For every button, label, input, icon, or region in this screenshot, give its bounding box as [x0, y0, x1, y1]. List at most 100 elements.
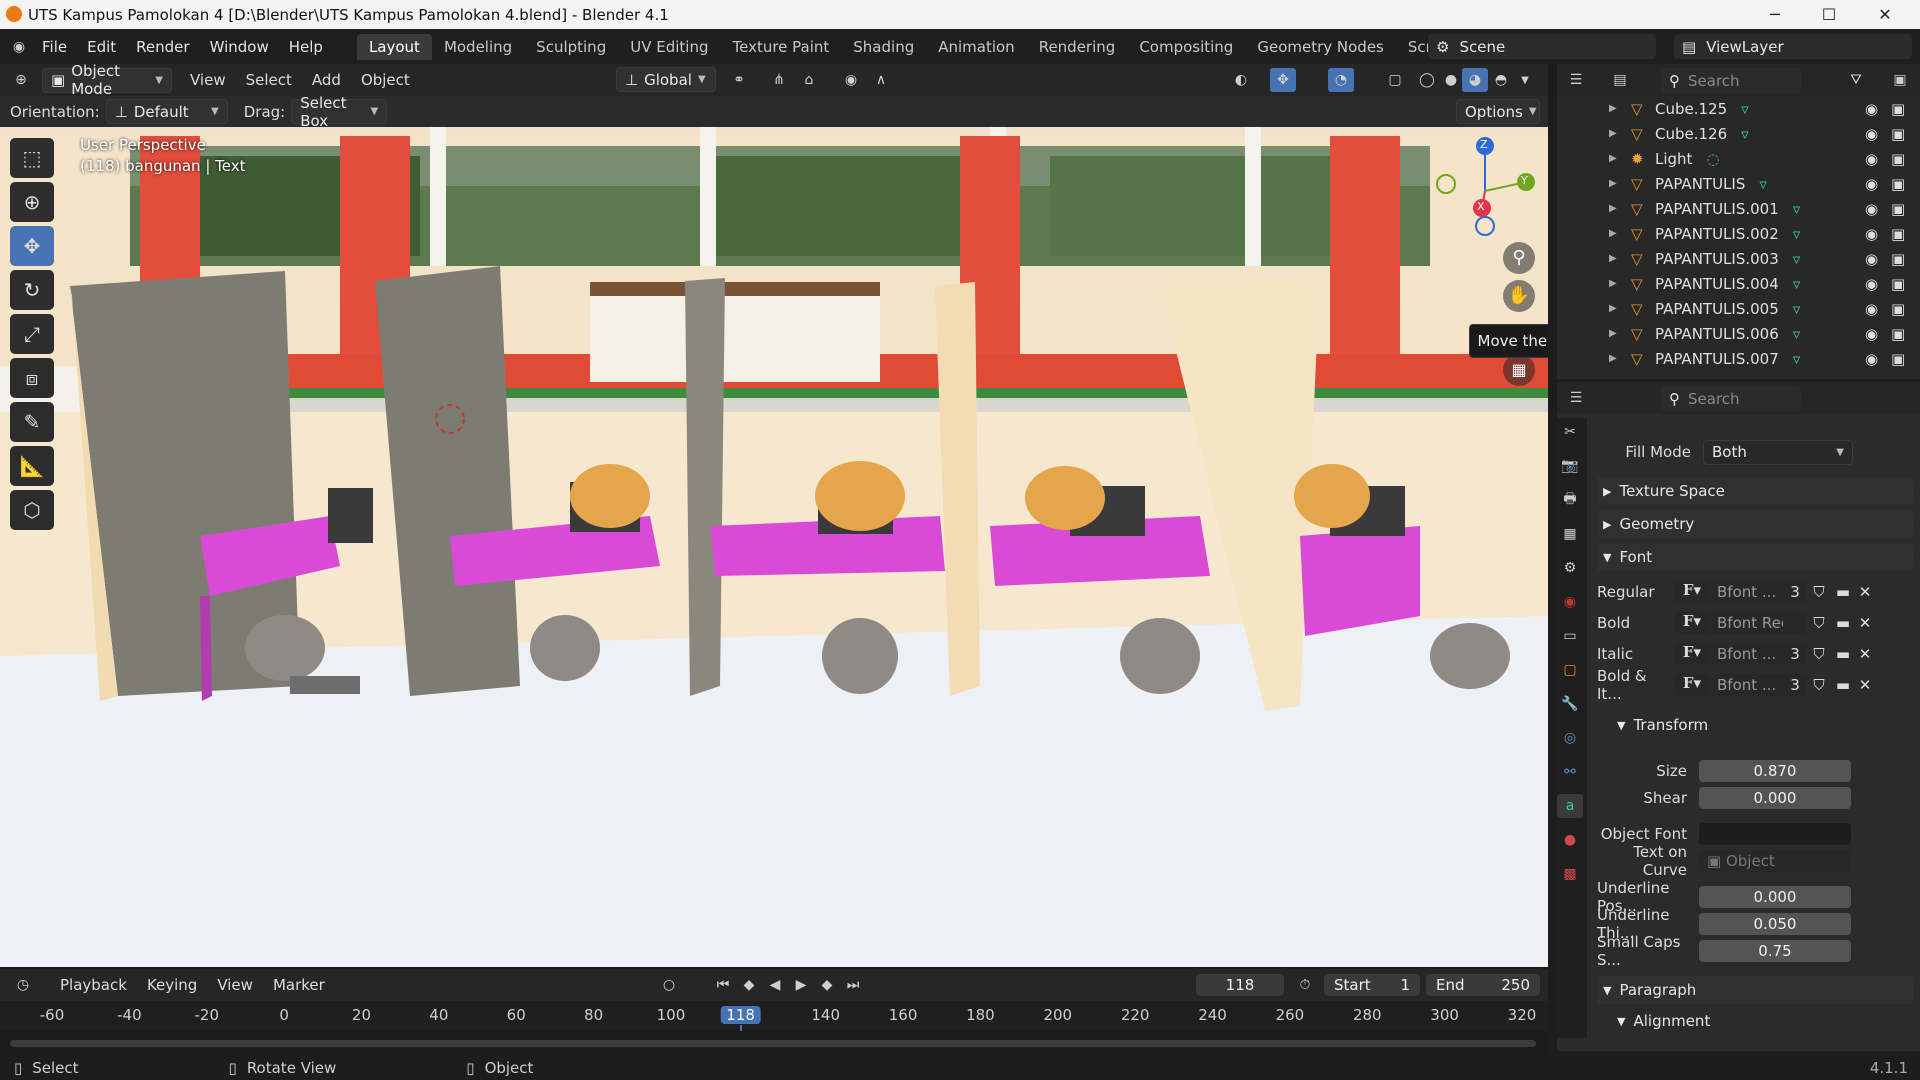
camera-render-icon[interactable]: ▣ [1891, 300, 1905, 318]
auto-keying-icon[interactable]: ○ [656, 973, 682, 997]
new-collection-icon[interactable]: ▣ [1887, 68, 1913, 92]
data-tab-icon[interactable]: a [1557, 794, 1583, 818]
outliner-item[interactable]: ▶ ▽ PAPANTULIS.002 ▿ ◉ ▣ [1557, 221, 1920, 246]
outliner-item[interactable]: ▶ ▽ PAPANTULIS ▿ ◉ ▣ [1557, 171, 1920, 196]
drag-dropdown[interactable]: Select Box ▼ [291, 94, 388, 130]
unlink-x-icon[interactable]: ✕ [1855, 614, 1875, 632]
menu-edit[interactable]: Edit [77, 38, 126, 56]
scene-tab-icon[interactable]: ⚙ [1557, 556, 1583, 580]
object-tab-icon[interactable]: ▢ [1557, 658, 1583, 682]
outliner-item[interactable]: ▶ ▽ PAPANTULIS.003 ▿ ◉ ▣ [1557, 246, 1920, 271]
tab-texture-paint[interactable]: Texture Paint [720, 34, 841, 60]
rendered-shading-icon[interactable]: ◓ [1488, 68, 1514, 92]
outliner-search-input[interactable]: ⚲ Search [1661, 68, 1801, 93]
eye-icon[interactable]: ◉ [1865, 300, 1878, 318]
outliner-item[interactable]: ▶ ▽ PAPANTULIS.001 ▿ ◉ ▣ [1557, 196, 1920, 221]
camera-render-icon[interactable]: ▣ [1891, 100, 1905, 118]
view-layer-tab-icon[interactable]: ▦ [1557, 522, 1583, 546]
underline-pos-field[interactable]: 0.000 [1699, 886, 1851, 908]
material-tab-icon[interactable]: ● [1557, 828, 1583, 852]
expand-chevron-icon[interactable]: ▶ [1609, 253, 1623, 264]
mesh-data-icon[interactable]: ▿ [1741, 100, 1749, 118]
select-box-tool[interactable]: ⬚ [10, 138, 54, 178]
current-frame-field[interactable]: 118 [1196, 974, 1284, 996]
eye-icon[interactable]: ◉ [1865, 175, 1878, 193]
fill-mode-dropdown[interactable]: Both ▼ [1703, 439, 1853, 465]
camera-render-icon[interactable]: ▣ [1891, 200, 1905, 218]
menu-file[interactable]: File [32, 38, 77, 56]
mesh-data-icon[interactable]: ▿ [1759, 175, 1767, 193]
constraint-tab-icon[interactable]: ⚯ [1557, 760, 1583, 784]
playhead-frame-label[interactable]: 118 [720, 1006, 761, 1024]
mesh-data-icon[interactable]: ▿ [1793, 275, 1801, 293]
transform-orientation-dropdown[interactable]: ⊥ Global ▼ [616, 67, 716, 92]
camera-render-icon[interactable]: ▣ [1891, 175, 1905, 193]
3d-viewport[interactable]: User Perspective (118) bangunan | Text Z… [0, 96, 1548, 967]
eye-icon[interactable]: ◉ [1865, 100, 1878, 118]
transform-tool[interactable]: ⧈ [10, 358, 54, 398]
mesh-data-icon[interactable]: ▿ [1793, 250, 1801, 268]
end-frame-field[interactable]: End 250 [1426, 974, 1540, 996]
outliner-editor-type-icon[interactable]: ☰ [1563, 68, 1589, 92]
expand-chevron-icon[interactable]: ▶ [1609, 103, 1623, 114]
tab-sculpting[interactable]: Sculpting [524, 34, 618, 60]
font-browse-icon[interactable]: F▾ [1675, 643, 1709, 665]
small-caps-field[interactable]: 0.75 [1699, 940, 1851, 962]
texture-tab-icon[interactable]: ▩ [1557, 862, 1583, 886]
camera-render-icon[interactable]: ▣ [1891, 125, 1905, 143]
output-tab-icon[interactable]: 🖶 [1557, 488, 1583, 512]
jump-start-icon[interactable]: ⏮ [710, 973, 736, 997]
paragraph-panel[interactable]: ▼ Paragraph [1597, 976, 1913, 1004]
fake-user-shield-icon[interactable]: ⛉ [1807, 645, 1831, 663]
pivot-icon[interactable]: ⚭ [726, 68, 752, 92]
tab-compositing[interactable]: Compositing [1127, 34, 1245, 60]
shading-options-chevron-icon[interactable]: ▼ [1512, 68, 1538, 92]
object-font-field[interactable] [1699, 823, 1851, 845]
size-field[interactable]: 0.870 [1699, 760, 1851, 782]
jump-end-icon[interactable]: ⏭ [840, 973, 866, 997]
snap-target-icon[interactable]: ⌂ [796, 68, 822, 92]
open-folder-icon[interactable]: ▬ [1831, 645, 1855, 663]
falloff-icon[interactable]: ∧ [868, 68, 894, 92]
viewport-menu-view[interactable]: View [180, 71, 236, 89]
filter-icon[interactable]: ⛛ [1843, 68, 1869, 92]
material-shading-icon[interactable]: ◕ [1462, 68, 1488, 92]
expand-chevron-icon[interactable]: ▶ [1609, 203, 1623, 214]
wireframe-shading-icon[interactable]: ◯ [1414, 68, 1440, 92]
underline-thi-field[interactable]: 0.050 [1699, 913, 1851, 935]
alignment-subpanel[interactable]: ▼ Alignment [1617, 1008, 1710, 1034]
camera-render-icon[interactable]: ▣ [1891, 150, 1905, 168]
font-name-field[interactable]: Bfont ... [1711, 674, 1783, 696]
outliner-item[interactable]: ▶ ▽ Cube.125 ▿ ◉ ▣ [1557, 96, 1920, 121]
mesh-data-icon[interactable]: ▿ [1793, 325, 1801, 343]
rotate-tool[interactable]: ↻ [10, 270, 54, 310]
mode-dropdown[interactable]: ▣ Object Mode ▼ [42, 62, 172, 98]
physics-tab-icon[interactable]: ◎ [1557, 726, 1583, 750]
next-keyframe-icon[interactable]: ◆ [814, 973, 840, 997]
outliner-item[interactable]: ▶ ▽ PAPANTULIS.007 ▿ ◉ ▣ [1557, 346, 1920, 371]
font-name-field[interactable]: Bfont Regu... [1711, 612, 1783, 634]
camera-render-icon[interactable]: ▣ [1891, 225, 1905, 243]
eye-icon[interactable]: ◉ [1865, 275, 1878, 293]
xray-icon[interactable]: ▢ [1382, 68, 1408, 92]
close-button[interactable]: ✕ [1862, 0, 1908, 29]
scrollbar-thumb[interactable] [10, 1040, 1536, 1047]
visibility-icon[interactable]: ◐ [1228, 68, 1254, 92]
display-mode-icon[interactable]: ▤ [1607, 68, 1633, 92]
eye-icon[interactable]: ◉ [1865, 350, 1878, 368]
eye-icon[interactable]: ◉ [1865, 225, 1878, 243]
orientation-dropdown[interactable]: ⊥ Default ▼ [105, 99, 228, 124]
open-folder-icon[interactable]: ▬ [1831, 676, 1855, 694]
tab-animation[interactable]: Animation [926, 34, 1026, 60]
cursor-tool[interactable]: ⊕ [10, 182, 54, 222]
font-browse-icon[interactable]: F▾ [1675, 674, 1709, 696]
timeline-editor-type-icon[interactable]: ◷ [10, 973, 36, 997]
mesh-data-icon[interactable]: ▿ [1741, 125, 1749, 143]
transform-subpanel[interactable]: ▼ Transform [1617, 712, 1708, 738]
outliner-item[interactable]: ▶ ✹ Light ◌ ◉ ▣ [1557, 146, 1920, 171]
eye-icon[interactable]: ◉ [1865, 125, 1878, 143]
mesh-data-icon[interactable]: ▿ [1793, 350, 1801, 368]
viewlayer-selector[interactable]: ▤ ViewLayer [1674, 34, 1912, 59]
font-panel[interactable]: ▼ Font [1597, 543, 1913, 571]
tab-uv-editing[interactable]: UV Editing [618, 34, 720, 60]
